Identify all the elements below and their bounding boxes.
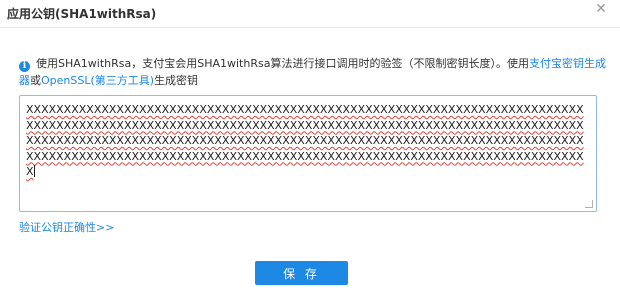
info-message: i 使用SHA1withRsa，支付宝会用SHA1withRsa算法进行接口调用时… (19, 55, 609, 89)
dialog-header: 应用公钥(SHA1withRsa) ✕ (0, 0, 620, 28)
public-key-value: XXXXXXXXXXXXXXXXXXXXXXXXXXXXXXXXXXXXXXXX… (26, 103, 584, 178)
public-key-textarea[interactable]: XXXXXXXXXXXXXXXXXXXXXXXXXXXXXXXXXXXXXXXX… (19, 95, 597, 212)
openssl-link[interactable]: OpenSSL(第三方工具) (41, 74, 154, 87)
verify-key-link[interactable]: 验证公钥正确性>> (19, 219, 114, 235)
public-key-dialog: 应用公钥(SHA1withRsa) ✕ i 使用SHA1withRsa，支付宝会用… (0, 0, 620, 301)
text-cursor (33, 165, 35, 177)
save-button[interactable]: 保 存 (255, 261, 348, 285)
info-icon: i (19, 61, 30, 72)
resize-handle[interactable] (585, 200, 593, 208)
dialog-title: 应用公钥(SHA1withRsa) (7, 7, 157, 21)
info-text-before: 使用SHA1withRsa，支付宝会用SHA1withRsa算法进行接口调用时的… (36, 57, 529, 70)
info-text-middle: 或 (30, 74, 41, 87)
info-text-after: 生成密钥 (154, 74, 199, 87)
close-icon[interactable]: ✕ (594, 2, 608, 16)
